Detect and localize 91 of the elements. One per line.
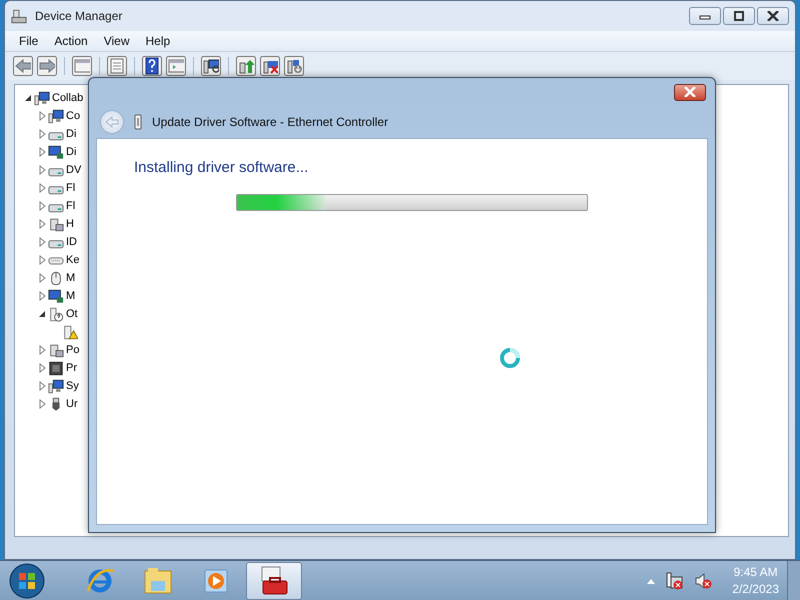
show-hidden-icons-icon: [646, 577, 656, 585]
help-icon: [145, 57, 159, 75]
expand-arrow-icon[interactable]: [37, 255, 47, 265]
window-icon: [74, 59, 90, 73]
close-button[interactable]: [757, 7, 789, 25]
menu-item[interactable]: Help: [138, 34, 178, 48]
device-download-icon: [286, 58, 302, 74]
expand-arrow-icon[interactable]: [37, 129, 47, 139]
tree-item[interactable]: Po: [66, 344, 80, 356]
computer-icon: [11, 8, 27, 24]
device-icon: [48, 216, 64, 232]
window-icon: [168, 59, 184, 73]
taskbar-app-button[interactable]: [246, 562, 302, 600]
computer-icon: [48, 378, 64, 394]
expand-arrow-icon[interactable]: [37, 165, 47, 175]
menu-item[interactable]: File: [11, 34, 46, 48]
back-button[interactable]: [13, 56, 33, 76]
tree-item[interactable]: Di: [66, 146, 76, 158]
tree-item[interactable]: Fl: [66, 200, 76, 212]
unknown-device-icon: [48, 306, 64, 322]
tree-item[interactable]: Sy: [66, 380, 79, 392]
close-button[interactable]: [674, 84, 706, 100]
back-arrow-icon: [15, 59, 31, 73]
busy-spinner-icon: [499, 347, 521, 369]
back-button[interactable]: [100, 110, 124, 134]
processor-icon: [48, 360, 64, 376]
tree-item[interactable]: Co: [66, 110, 80, 122]
properties-button[interactable]: [107, 56, 127, 76]
start-orb-icon: [8, 562, 46, 600]
expand-arrow-icon[interactable]: [37, 111, 47, 121]
close-icon: [767, 11, 779, 21]
tree-item[interactable]: M: [66, 290, 76, 302]
expand-arrow-icon[interactable]: [37, 399, 47, 409]
forward-button[interactable]: [37, 56, 57, 76]
display-adapter-icon: [48, 144, 64, 160]
warning-device-icon: [62, 324, 78, 340]
window-title: Device Manager: [35, 9, 122, 23]
network-error-icon: [666, 572, 684, 590]
speaker-muted-icon: [694, 572, 712, 590]
tree-item[interactable]: ID: [66, 236, 77, 248]
tree-item[interactable]: M: [66, 272, 76, 284]
expand-arrow-icon[interactable]: [37, 363, 47, 373]
back-arrow-icon: [105, 116, 119, 128]
forward-arrow-icon: [39, 59, 55, 73]
computer-icon: [48, 108, 64, 124]
menu-item[interactable]: Action: [46, 34, 96, 48]
tree-item[interactable]: Ot: [66, 308, 78, 320]
maximize-button[interactable]: [723, 7, 755, 25]
tree-item[interactable]: Ke: [66, 254, 80, 266]
tree-item[interactable]: Collab: [52, 92, 84, 104]
tree-item[interactable]: Fl: [66, 182, 76, 194]
dialog-title: Update Driver Software - Ethernet Controller: [152, 115, 388, 129]
device-remove-icon: [262, 58, 278, 74]
expand-arrow-icon[interactable]: [37, 201, 47, 211]
collapse-arrow-icon[interactable]: [37, 309, 47, 319]
collapse-arrow-icon[interactable]: [23, 93, 33, 103]
upload-device-icon: [238, 58, 254, 74]
action-pane-button[interactable]: [166, 56, 186, 76]
expand-arrow-icon[interactable]: [37, 345, 47, 355]
expand-arrow-icon[interactable]: [37, 273, 47, 283]
display-adapter-icon: [48, 288, 64, 304]
maximize-icon: [733, 11, 745, 21]
show-desktop-button[interactable]: [787, 561, 800, 600]
uninstall-button[interactable]: [284, 56, 304, 76]
minimize-button[interactable]: [689, 7, 721, 25]
start-button[interactable]: [8, 562, 46, 600]
tree-item[interactable]: Ur: [66, 398, 78, 410]
disable-button[interactable]: [260, 56, 280, 76]
mouse-icon: [48, 270, 64, 286]
computer-icon: [34, 90, 50, 106]
menu-item[interactable]: View: [96, 34, 138, 48]
console-tree-button[interactable]: [72, 56, 92, 76]
expand-arrow-icon[interactable]: [37, 237, 47, 247]
update-driver-button[interactable]: [236, 56, 256, 76]
close-icon: [684, 87, 696, 97]
tree-item[interactable]: Pr: [66, 362, 77, 374]
help-button[interactable]: [142, 56, 162, 76]
expand-arrow-icon[interactable]: [37, 291, 47, 301]
tree-item[interactable]: Di: [66, 128, 76, 140]
scan-button[interactable]: [201, 56, 221, 76]
tree-item[interactable]: H: [66, 218, 74, 230]
device-icon: [48, 342, 64, 358]
computer-search-icon: [203, 58, 219, 74]
expand-arrow-icon[interactable]: [37, 183, 47, 193]
expand-arrow-icon[interactable]: [37, 219, 47, 229]
network-adapter-icon: [134, 114, 142, 130]
tree-item[interactable]: DV: [66, 164, 82, 176]
expand-arrow-icon[interactable]: [37, 381, 47, 391]
expand-arrow-icon[interactable]: [37, 147, 47, 157]
status-heading: Installing driver software...: [134, 159, 310, 176]
document-icon: [109, 58, 125, 74]
